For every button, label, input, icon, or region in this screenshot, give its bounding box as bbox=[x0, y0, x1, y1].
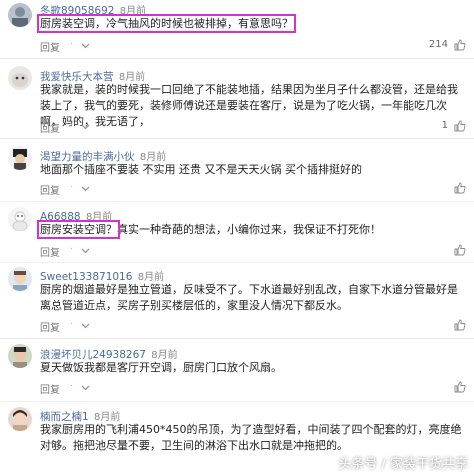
comment-text: 我家厨房用的飞利浦450*450的吊顶，为了造型好看，中间装了四个配套的灯，亮度… bbox=[40, 423, 462, 452]
reply-link[interactable]: 回复 bbox=[40, 182, 60, 197]
divider bbox=[0, 401, 474, 402]
highlighted-text: 厨房装空调，冷气抽风的时候也被排掉，有意思吗？ bbox=[37, 14, 296, 33]
thumbs-up-icon[interactable] bbox=[454, 244, 466, 256]
thumbs-up-icon[interactable] bbox=[454, 182, 466, 194]
username[interactable]: Sweet133871016 8月前 bbox=[40, 268, 164, 283]
highlighted-text: 厨房安装空调？ bbox=[37, 220, 120, 239]
chevron-down-icon[interactable] bbox=[80, 320, 91, 331]
separator-dot: · bbox=[70, 182, 74, 193]
thumbs-up-icon[interactable] bbox=[454, 39, 466, 51]
chevron-down-icon[interactable] bbox=[80, 121, 91, 132]
avatar[interactable] bbox=[8, 146, 32, 170]
comment-text: 厨房安装空调？真实一种奇葩的想法，小编你过来，我保证不打死你！ bbox=[37, 220, 381, 239]
reply-link[interactable]: 回复 bbox=[40, 381, 60, 396]
username[interactable]: A66888 8月前 bbox=[40, 208, 112, 223]
comment-actions: 回复 · bbox=[40, 182, 466, 197]
separator-dot: · bbox=[70, 319, 74, 330]
chevron-down-icon[interactable] bbox=[80, 183, 91, 194]
comment-actions: 回复 · bbox=[40, 244, 466, 259]
thumbs-up-icon[interactable] bbox=[454, 319, 466, 331]
divider bbox=[0, 262, 474, 263]
like-count: 214 bbox=[428, 39, 448, 50]
divider bbox=[0, 338, 474, 339]
reply-link[interactable]: 回复 bbox=[40, 244, 60, 259]
chevron-down-icon[interactable] bbox=[80, 245, 91, 256]
divider bbox=[0, 138, 474, 139]
separator-dot: · bbox=[70, 39, 74, 50]
separator-dot: · bbox=[70, 244, 74, 255]
chevron-down-icon[interactable] bbox=[80, 40, 91, 51]
like-count: 1 bbox=[441, 120, 448, 131]
comment-actions: 回复 · bbox=[40, 319, 466, 334]
thumbs-up-icon[interactable] bbox=[454, 120, 466, 132]
separator-dot: · bbox=[70, 381, 74, 392]
separator-dot: · bbox=[70, 120, 74, 131]
comment-actions: 回复 · 214 bbox=[40, 39, 466, 54]
comment-text: 地面那个插座不要装 不实用 还贵 又不是天天火锅 买个插排挺好的 bbox=[40, 163, 362, 176]
reply-link[interactable]: 回复 bbox=[40, 319, 60, 334]
avatar[interactable] bbox=[8, 407, 32, 431]
avatar[interactable] bbox=[8, 207, 32, 231]
thumbs-up-icon[interactable] bbox=[454, 381, 466, 393]
watermark: 头条号 / 家装干货共享 bbox=[338, 457, 468, 472]
comment-actions: 回复 · 1 bbox=[40, 120, 466, 135]
avatar[interactable] bbox=[8, 344, 32, 368]
reply-link[interactable]: 回复 bbox=[40, 120, 60, 135]
avatar[interactable] bbox=[8, 3, 32, 27]
comment-text: 厨房的烟道最好是独立管道，反味受不了。下水道最好别乱改，自家下水道分管最好是离总… bbox=[40, 283, 458, 312]
chevron-down-icon[interactable] bbox=[80, 382, 91, 393]
divider bbox=[0, 201, 474, 202]
divider bbox=[0, 58, 474, 59]
reply-link[interactable]: 回复 bbox=[40, 39, 60, 54]
comment-text: 夏天做饭我都是客厅开空调，厨房门口放个风扇。 bbox=[40, 361, 282, 374]
comment-actions: 回复 · bbox=[40, 381, 466, 396]
avatar[interactable] bbox=[8, 66, 32, 90]
comment-text: 厨房装空调，冷气抽风的时候也被排掉，有意思吗？ bbox=[37, 14, 466, 33]
avatar[interactable] bbox=[8, 267, 32, 291]
